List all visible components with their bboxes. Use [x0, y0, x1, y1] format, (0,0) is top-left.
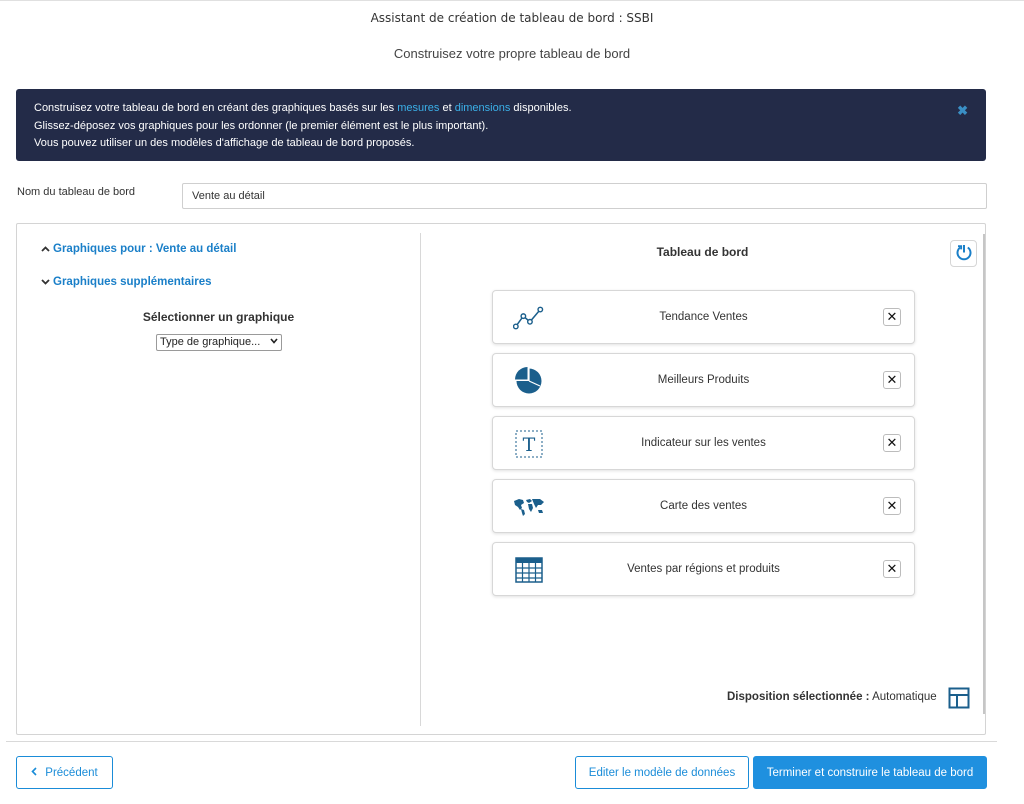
selected-layout-value: Automatique — [872, 691, 937, 703]
layout-grid-icon — [948, 687, 970, 712]
info-banner: Construisez votre tableau de bord en cré… — [16, 89, 986, 161]
chart-type-select[interactable]: Type de graphique... — [156, 334, 282, 351]
chevron-up-icon — [41, 244, 53, 255]
finish-build-button[interactable]: Terminer et construire le tableau de bor… — [753, 756, 987, 789]
close-icon: ✕ — [886, 498, 898, 513]
close-icon: ✕ — [886, 561, 898, 576]
remove-card-button[interactable]: ✕ — [883, 308, 901, 326]
remove-card-button[interactable]: ✕ — [883, 560, 901, 578]
dashboard-card[interactable]: Ventes par régions et produits ✕ — [492, 542, 915, 596]
remove-card-button[interactable]: ✕ — [883, 434, 901, 452]
dashboard-card[interactable]: Tendance Ventes ✕ — [492, 290, 915, 344]
chevron-left-icon — [31, 766, 37, 779]
layout-button[interactable] — [947, 687, 971, 711]
section-toggle-additional[interactable]: Graphiques supplémentaires — [41, 276, 212, 288]
dimensions-link[interactable]: dimensions — [455, 102, 511, 114]
top-divider — [0, 0, 1024, 1]
dashboard-name-label: Nom du tableau de bord — [17, 186, 136, 198]
wizard-subtitle: Construisez votre propre tableau de bord — [393, 46, 631, 61]
reset-button[interactable] — [950, 240, 977, 267]
selected-layout: Disposition sélectionnée : Automatique — [727, 691, 937, 703]
dashboard-card[interactable]: T Indicateur sur les ventes ✕ — [492, 416, 915, 470]
dashboard-name-input[interactable] — [182, 183, 987, 209]
pie-chart-icon — [513, 366, 545, 396]
measures-link[interactable]: mesures — [397, 102, 439, 114]
panel-divider — [420, 233, 421, 726]
section-toggle-charts-for[interactable]: Graphiques pour : Vente au détail — [41, 243, 236, 255]
card-label: Indicateur sur les ventes — [641, 437, 766, 449]
chevron-down-icon — [41, 277, 53, 288]
remove-card-button[interactable]: ✕ — [883, 497, 901, 515]
select-chart-label: Sélectionner un graphique — [142, 310, 295, 324]
remove-card-button[interactable]: ✕ — [883, 371, 901, 389]
chevron-down-icon — [270, 336, 278, 346]
table-icon — [513, 555, 545, 585]
line-chart-icon — [513, 303, 545, 333]
world-map-icon — [513, 492, 545, 522]
banner-line-1: Construisez votre tableau de bord en cré… — [34, 102, 572, 114]
footer-divider — [6, 741, 997, 742]
wizard-title: Assistant de création de tableau de bord… — [370, 11, 654, 25]
close-icon: ✕ — [886, 309, 898, 324]
close-icon: ✕ — [886, 372, 898, 387]
card-label: Carte des ventes — [660, 500, 747, 512]
card-label: Tendance Ventes — [659, 311, 748, 323]
text-indicator-icon: T — [513, 429, 545, 459]
card-label: Meilleurs Produits — [657, 374, 750, 386]
previous-button[interactable]: Précédent — [16, 756, 113, 789]
banner-line-3: Vous pouvez utiliser un des modèles d'af… — [34, 137, 415, 149]
close-icon[interactable]: ✖ — [957, 102, 968, 120]
power-refresh-icon — [955, 243, 973, 264]
scrollbar[interactable] — [983, 234, 985, 714]
svg-text:T: T — [523, 434, 536, 456]
banner-line-2: Glissez-déposez vos graphiques pour les … — [34, 119, 489, 132]
dashboard-title: Tableau de bord — [656, 245, 749, 259]
dashboard-card[interactable]: Meilleurs Produits ✕ — [492, 353, 915, 407]
edit-data-model-button[interactable]: Editer le modèle de données — [575, 756, 749, 789]
card-label: Ventes par régions et produits — [627, 563, 780, 575]
dashboard-card[interactable]: Carte des ventes ✕ — [492, 479, 915, 533]
close-icon: ✕ — [886, 435, 898, 450]
